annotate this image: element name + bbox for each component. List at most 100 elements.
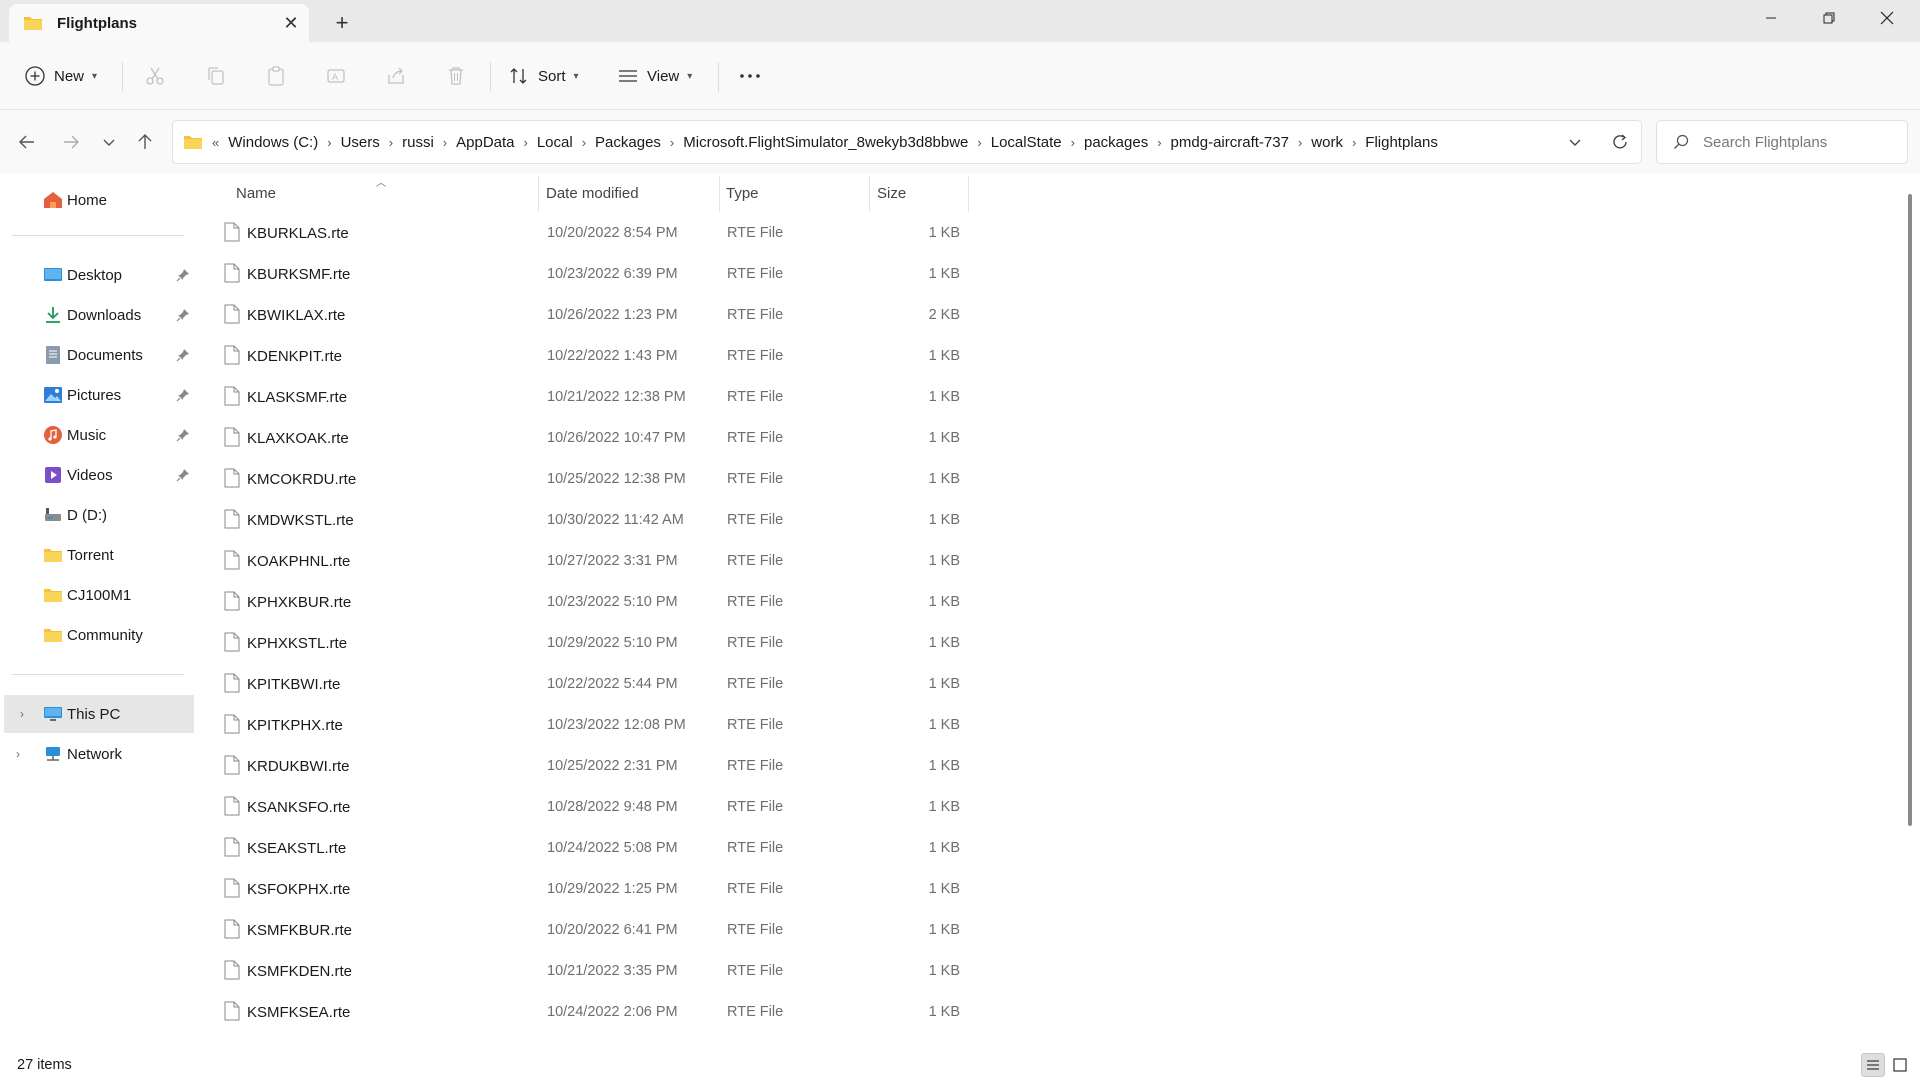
delete-button[interactable] xyxy=(445,56,467,96)
forward-button[interactable] xyxy=(53,124,89,160)
sidebar-item-network[interactable]: › Network xyxy=(0,735,196,773)
table-row[interactable]: KSMFKBUR.rte 10/20/2022 6:41 PM RTE File 1 … xyxy=(200,911,970,952)
table-row[interactable]: KPHXKSTL.rte 10/29/2022 5:10 PM RTE File 1 … xyxy=(200,624,970,665)
chevron-right-icon[interactable]: › xyxy=(1349,135,1359,150)
sidebar-item-pictures[interactable]: Pictures xyxy=(0,376,196,414)
up-button[interactable] xyxy=(127,124,163,160)
breadcrumb-local[interactable]: Local xyxy=(531,134,579,151)
restore-button[interactable] xyxy=(1800,0,1858,36)
scrollbar-thumb[interactable] xyxy=(1908,194,1912,826)
breadcrumb-russi[interactable]: russi xyxy=(396,134,440,151)
sidebar-item-d-drive[interactable]: D (D:) xyxy=(0,496,196,534)
sidebar-item-cj100m1[interactable]: CJ100M1 xyxy=(0,576,196,614)
column-header-type[interactable]: Type xyxy=(726,174,759,212)
new-tab-button[interactable]: + xyxy=(324,8,360,38)
back-button[interactable] xyxy=(9,124,45,160)
view-button[interactable]: View ▾ xyxy=(617,56,692,96)
table-row[interactable]: KPITKPHX.rte 10/23/2022 12:08 PM RTE File 1… xyxy=(200,706,970,747)
rename-button[interactable]: A xyxy=(325,56,347,96)
column-resize-handle[interactable] xyxy=(869,176,870,212)
chevron-right-icon[interactable]: › xyxy=(974,135,984,150)
table-row[interactable]: KBURKSMF.rte 10/23/2022 6:39 PM RTE File 1 … xyxy=(200,255,970,296)
refresh-button[interactable] xyxy=(1604,127,1636,157)
address-bar[interactable]: « Windows (C:) › Users › russi › AppData… xyxy=(172,120,1642,164)
copy-button[interactable] xyxy=(205,56,227,96)
address-history-button[interactable] xyxy=(1560,127,1590,157)
table-row[interactable]: KRDUKBWI.rte 10/25/2022 2:31 PM RTE File 1 … xyxy=(200,747,970,788)
table-row[interactable]: KBWIKLAX.rte 10/26/2022 1:23 PM RTE File 2 … xyxy=(200,296,970,337)
chevron-right-icon[interactable]: › xyxy=(1295,135,1305,150)
close-window-button[interactable] xyxy=(1858,0,1916,36)
share-button[interactable] xyxy=(385,56,407,96)
chevron-right-icon[interactable]: › xyxy=(440,135,450,150)
column-resize-handle[interactable] xyxy=(719,176,720,212)
breadcrumb-windows-c[interactable]: Windows (C:) xyxy=(222,134,324,151)
column-resize-handle[interactable] xyxy=(968,176,969,212)
table-row[interactable]: KPITKBWI.rte 10/22/2022 5:44 PM RTE File 1 … xyxy=(200,665,970,706)
breadcrumb-users[interactable]: Users xyxy=(335,134,386,151)
table-row[interactable]: KMCOKRDU.rte 10/25/2022 12:38 PM RTE File 1… xyxy=(200,460,970,501)
sidebar-item-downloads[interactable]: Downloads xyxy=(0,296,196,334)
sidebar-item-videos[interactable]: Videos xyxy=(0,456,196,494)
table-row[interactable]: KOAKPHNL.rte 10/27/2022 3:31 PM RTE File 1 … xyxy=(200,542,970,583)
sidebar-item-desktop[interactable]: Desktop xyxy=(0,256,196,294)
breadcrumb-flightsimulator[interactable]: Microsoft.FlightSimulator_8wekyb3d8bbwe xyxy=(677,134,974,151)
pin-icon[interactable] xyxy=(176,308,190,322)
new-button[interactable]: New ▾ xyxy=(24,56,97,96)
column-resize-handle[interactable] xyxy=(538,176,539,212)
pin-icon[interactable] xyxy=(176,388,190,402)
table-row[interactable]: KMDWKSTL.rte 10/30/2022 11:42 AM RTE File 1… xyxy=(200,501,970,542)
breadcrumb-pmdg-aircraft-737[interactable]: pmdg-aircraft-737 xyxy=(1165,134,1295,151)
search-input[interactable] xyxy=(1703,133,1903,151)
sidebar-item-community[interactable]: Community xyxy=(0,616,196,654)
breadcrumb-packages-lower[interactable]: packages xyxy=(1078,134,1154,151)
chevron-right-icon[interactable]: › xyxy=(1068,135,1078,150)
pin-icon[interactable] xyxy=(176,468,190,482)
table-row[interactable]: KDENKPIT.rte 10/22/2022 1:43 PM RTE File 1 … xyxy=(200,337,970,378)
table-row[interactable]: KLAXKOAK.rte 10/26/2022 10:47 PM RTE File 1… xyxy=(200,419,970,460)
table-row[interactable]: KSMFKDEN.rte 10/21/2022 3:35 PM RTE File 1 … xyxy=(200,952,970,993)
details-view-button[interactable] xyxy=(1861,1053,1885,1077)
sidebar-item-torrent[interactable]: Torrent xyxy=(0,536,196,574)
recent-locations-button[interactable] xyxy=(91,124,127,160)
pin-icon[interactable] xyxy=(176,428,190,442)
table-row[interactable]: KSANKSFO.rte 10/28/2022 9:48 PM RTE File 1 … xyxy=(200,788,970,829)
large-icons-view-button[interactable] xyxy=(1888,1053,1912,1077)
chevron-right-icon[interactable]: › xyxy=(16,747,20,761)
tab-flightplans[interactable]: Flightplans ✕ xyxy=(9,4,309,42)
sidebar-item-music[interactable]: Music xyxy=(0,416,196,454)
chevron-right-icon[interactable]: › xyxy=(1154,135,1164,150)
more-options-button[interactable] xyxy=(738,56,762,96)
vertical-scrollbar[interactable] xyxy=(1905,174,1917,1050)
tab-close-button[interactable]: ✕ xyxy=(273,8,309,38)
minimize-button[interactable] xyxy=(1742,0,1800,36)
breadcrumb-packages[interactable]: Packages xyxy=(589,134,667,151)
chevron-right-icon[interactable]: › xyxy=(386,135,396,150)
column-header-name[interactable]: Name xyxy=(236,174,276,212)
chevron-right-icon[interactable]: › xyxy=(324,135,334,150)
search-box[interactable] xyxy=(1656,120,1908,164)
breadcrumb-work[interactable]: work xyxy=(1305,134,1349,151)
overflow-crumbs-button[interactable]: « xyxy=(209,135,222,150)
pin-icon[interactable] xyxy=(176,268,190,282)
sidebar-item-this-pc[interactable]: › This PC xyxy=(4,695,194,733)
chevron-right-icon[interactable]: › xyxy=(521,135,531,150)
table-row[interactable]: KLASKSMF.rte 10/21/2022 12:38 PM RTE File 1… xyxy=(200,378,970,419)
breadcrumb-appdata[interactable]: AppData xyxy=(450,134,520,151)
table-row[interactable]: KPHXKBUR.rte 10/23/2022 5:10 PM RTE File 1 … xyxy=(200,583,970,624)
sidebar-item-documents[interactable]: Documents xyxy=(0,336,196,374)
table-row[interactable]: KBURKLAS.rte 10/20/2022 8:54 PM RTE File 1 … xyxy=(200,214,970,255)
table-row[interactable]: KSEAKSTL.rte 10/24/2022 5:08 PM RTE File 1 … xyxy=(200,829,970,870)
table-row[interactable]: KSMFKSEA.rte 10/24/2022 2:06 PM RTE File 1 … xyxy=(200,993,970,1034)
column-header-size[interactable]: Size xyxy=(877,174,906,212)
cut-button[interactable] xyxy=(144,56,166,96)
pin-icon[interactable] xyxy=(176,348,190,362)
chevron-right-icon[interactable]: › xyxy=(667,135,677,150)
table-row[interactable]: KSFOKPHX.rte 10/29/2022 1:25 PM RTE File 1 … xyxy=(200,870,970,911)
breadcrumb-localstate[interactable]: LocalState xyxy=(985,134,1068,151)
column-header-date-modified[interactable]: Date modified xyxy=(546,174,639,212)
paste-button[interactable] xyxy=(265,56,287,96)
sort-button[interactable]: Sort ▾ xyxy=(508,56,579,96)
breadcrumb-flightplans[interactable]: Flightplans xyxy=(1359,134,1444,151)
sidebar-item-home[interactable]: Home xyxy=(0,181,196,219)
